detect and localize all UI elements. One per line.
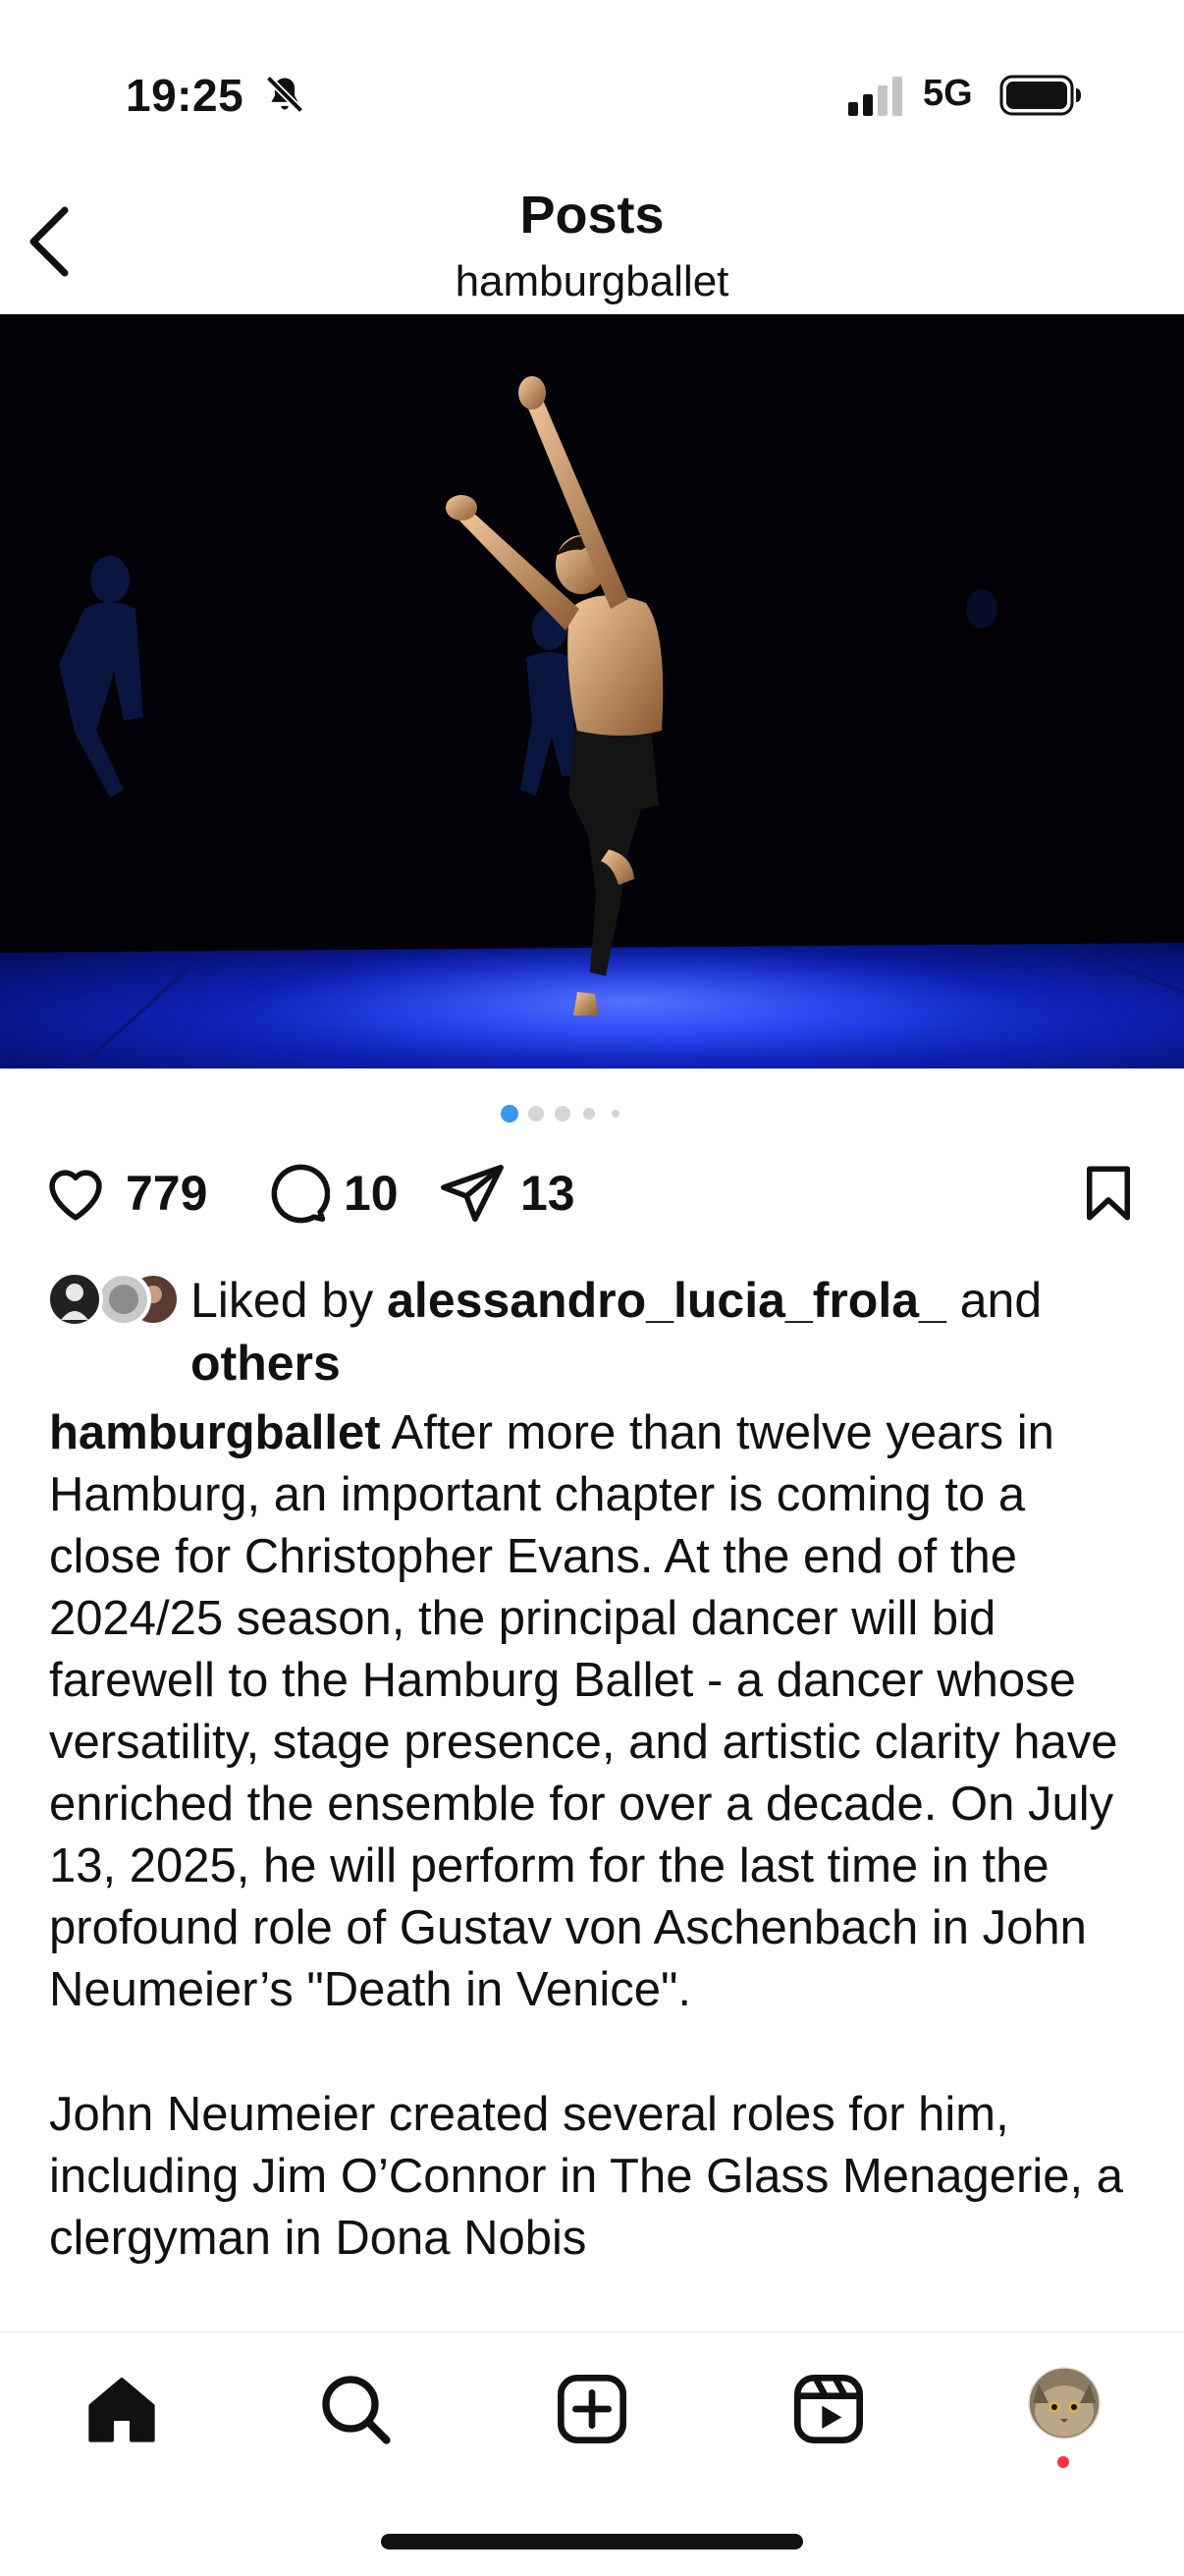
battery-icon (999, 75, 1081, 116)
caption-viewport: hamburgballet After more than twelve yea… (0, 1395, 1184, 2331)
caption-paragraph-2: John Neumeier created several roles for … (49, 2088, 1123, 2265)
search-icon[interactable] (316, 2370, 395, 2448)
caption-username[interactable]: hamburgballet (49, 1406, 381, 1459)
like-count[interactable]: 779 (126, 1165, 207, 1222)
home-indicator[interactable] (381, 2534, 803, 2549)
comment-icon[interactable] (261, 1159, 330, 1228)
liked-by-text[interactable]: Liked by alessandro_lucia_frola_ and oth… (190, 1269, 1133, 1395)
liked-by-prefix: Liked by (190, 1273, 388, 1328)
notification-dot (1057, 2456, 1069, 2468)
post-caption[interactable]: hamburgballet After more than twelve yea… (49, 1402, 1149, 2270)
account-name[interactable]: hamburgballet (0, 257, 1184, 306)
carousel-dot (583, 1108, 595, 1120)
carousel-dot (528, 1106, 544, 1122)
create-icon[interactable] (553, 2370, 631, 2448)
status-time: 19:25 (126, 70, 244, 121)
liked-by-others[interactable]: others (190, 1336, 341, 1391)
comment-count[interactable]: 10 (344, 1165, 399, 1222)
liked-by-user[interactable]: alessandro_lucia_frola_ (387, 1273, 946, 1328)
page-title: Posts (519, 186, 665, 245)
post-image[interactable] (0, 314, 1184, 1069)
carousel-dot (555, 1106, 570, 1122)
share-icon[interactable] (438, 1159, 507, 1228)
reels-icon[interactable] (789, 2370, 868, 2448)
carousel-dot (612, 1110, 619, 1118)
liked-by-middle: and (945, 1273, 1043, 1328)
caption-text-1: After more than twelve years in Hamburg,… (49, 1406, 1118, 2016)
share-count[interactable]: 13 (520, 1165, 575, 1222)
carousel-dot (501, 1105, 518, 1123)
signal-icon (848, 77, 902, 116)
network-label: 5G (923, 73, 973, 114)
bookmark-icon[interactable] (1076, 1159, 1141, 1228)
carousel-indicator (501, 1105, 619, 1123)
profile-avatar[interactable] (1025, 2364, 1103, 2442)
dancer-photo (0, 314, 1184, 1069)
caption-paragraph-1: hamburgballet After more than twelve yea… (49, 1402, 1149, 2021)
liker-avatars[interactable] (45, 1271, 183, 1328)
heart-icon[interactable] (41, 1159, 110, 1228)
bell-off-icon (265, 75, 304, 114)
home-icon[interactable] (82, 2370, 161, 2448)
